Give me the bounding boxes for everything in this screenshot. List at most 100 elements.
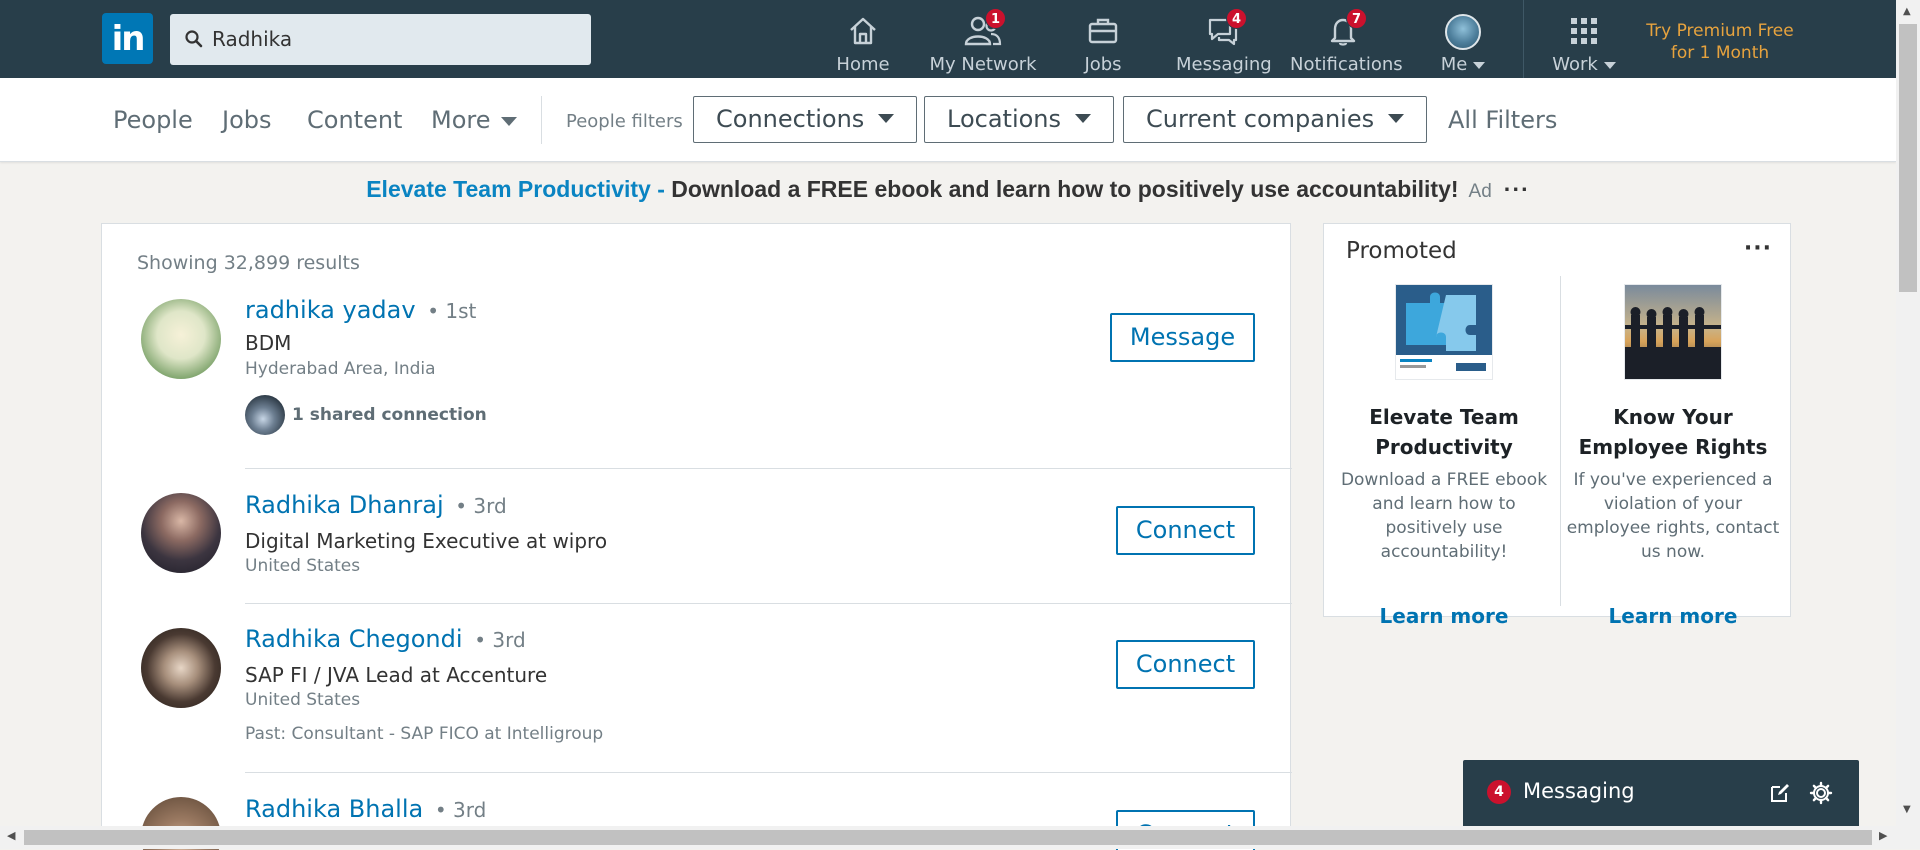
network-badge: 1 xyxy=(985,8,1006,29)
learn-more-link[interactable]: Learn more xyxy=(1564,604,1782,628)
nav-me[interactable]: Me xyxy=(1426,14,1500,75)
gear-icon[interactable] xyxy=(1809,781,1833,805)
connect-button[interactable]: Connect xyxy=(1116,506,1255,555)
ad-text[interactable]: Download a FREE ebook and learn how to p… xyxy=(671,176,1458,202)
promoted-divider xyxy=(1560,276,1561,606)
person-name-link[interactable]: Radhika Bhalla • 3rd xyxy=(245,795,486,823)
ad-headline[interactable]: Elevate Team Productivity - xyxy=(366,176,671,202)
current-companies-filter-button[interactable]: Current companies xyxy=(1123,96,1428,143)
connections-filter-button[interactable]: Connections xyxy=(693,96,918,143)
message-button[interactable]: Message xyxy=(1110,313,1255,362)
nav-divider xyxy=(1523,0,1524,78)
person-name-link[interactable]: radhika yadav • 1st xyxy=(245,296,476,324)
person-location: Hyderabad Area, India xyxy=(245,359,436,379)
vertical-scroll-thumb[interactable] xyxy=(1899,24,1917,292)
current-companies-filter-label: Current companies xyxy=(1146,105,1375,133)
puzzle-ad-image[interactable] xyxy=(1395,284,1493,380)
promoted-title: Promoted xyxy=(1346,238,1457,264)
person-avatar[interactable] xyxy=(141,628,221,708)
connection-degree: • 1st xyxy=(427,299,477,323)
promoted-ad-2-headline[interactable]: Know Your Employee Rights xyxy=(1564,402,1782,462)
tab-content[interactable]: Content xyxy=(307,106,402,134)
nav-messaging[interactable]: 4 Messaging xyxy=(1176,8,1272,75)
tab-jobs[interactable]: Jobs xyxy=(222,106,272,134)
person-avatar[interactable] xyxy=(141,299,221,379)
nav-work[interactable]: Work xyxy=(1546,14,1622,75)
promoted-more-icon[interactable]: ··· xyxy=(1744,236,1772,261)
scroll-right-arrow[interactable]: ▶ xyxy=(1879,829,1887,842)
chevron-down-icon xyxy=(1473,61,1486,69)
text-ad-banner[interactable]: Elevate Team Productivity - Download a F… xyxy=(0,176,1896,203)
filter-divider xyxy=(541,96,542,144)
nav-my-network-label: My Network xyxy=(929,54,1037,75)
shared-connection-avatar xyxy=(245,395,285,435)
scroll-down-arrow[interactable]: ▼ xyxy=(1903,804,1911,815)
list-item: Radhika Chegondi • 3rd SAP FI / JVA Lead… xyxy=(102,603,1292,773)
ad-more-icon[interactable]: ··· xyxy=(1504,176,1530,202)
try-premium-link[interactable]: Try Premium Free for 1 Month xyxy=(1630,20,1810,64)
chevron-down-icon xyxy=(878,113,895,123)
nav-my-network[interactable]: 1 My Network xyxy=(928,8,1038,75)
linkedin-logo[interactable]: in xyxy=(102,13,153,64)
promoted-ad-2-desc: If you've experienced a violation of you… xyxy=(1566,470,1780,562)
nav-notifications[interactable]: 7 Notifications xyxy=(1290,8,1403,75)
tab-more[interactable]: More xyxy=(431,106,517,134)
locations-filter-button[interactable]: Locations xyxy=(924,96,1115,143)
team-ad-image[interactable] xyxy=(1624,284,1722,380)
network-icon: 1 xyxy=(963,8,1006,48)
connect-button[interactable]: Connect xyxy=(1116,640,1255,689)
search-value: Radhika xyxy=(212,27,293,51)
messaging-overlay[interactable]: 4 Messaging xyxy=(1463,760,1859,828)
all-filters-button[interactable]: All Filters xyxy=(1448,106,1557,134)
person-past-position: Past: Consultant - SAP FICO at Intelligr… xyxy=(245,724,604,744)
tab-more-label: More xyxy=(431,106,491,134)
promoted-ad-1-desc: Download a FREE ebook and learn how to p… xyxy=(1340,470,1548,562)
horizontal-scrollbar[interactable]: ◀ ▶ xyxy=(0,826,1920,849)
ad-tag: Ad xyxy=(1468,181,1492,202)
nav-work-label: Work xyxy=(1552,54,1598,75)
messaging-badge: 4 xyxy=(1226,8,1247,29)
shared-connection-text: 1 shared connection xyxy=(292,405,487,425)
messaging-dock-label[interactable]: Messaging xyxy=(1523,779,1635,803)
nav-messaging-label: Messaging xyxy=(1176,54,1272,75)
learn-more-link[interactable]: Learn more xyxy=(1335,604,1553,628)
premium-line-1: Try Premium Free xyxy=(1646,21,1794,41)
locations-filter-label: Locations xyxy=(947,105,1062,133)
nav-me-label: Me xyxy=(1440,54,1468,75)
avatar xyxy=(1445,14,1481,50)
nav-jobs[interactable]: Jobs xyxy=(1064,14,1142,75)
promoted-ad-1[interactable]: Elevate Team Productivity Download a FRE… xyxy=(1335,284,1553,628)
scroll-left-arrow[interactable]: ◀ xyxy=(7,829,15,842)
connections-filter-label: Connections xyxy=(716,105,865,133)
tab-people[interactable]: People xyxy=(113,106,193,134)
search-input[interactable]: Radhika xyxy=(170,14,591,65)
compose-icon[interactable] xyxy=(1769,782,1791,804)
nav-notifications-label: Notifications xyxy=(1290,54,1403,75)
promoted-card: Promoted ··· Elevate Team Productivity D… xyxy=(1323,223,1791,628)
promoted-ad-2[interactable]: Know Your Employee Rights If you've expe… xyxy=(1564,284,1782,628)
nav-home[interactable]: Home xyxy=(822,14,904,75)
vertical-scrollbar[interactable]: ▲ ▼ xyxy=(1896,0,1920,826)
person-headline: BDM xyxy=(245,331,292,355)
person-name-link[interactable]: Radhika Chegondi • 3rd xyxy=(245,625,526,653)
briefcase-icon xyxy=(1086,14,1120,48)
bell-icon: 7 xyxy=(1326,8,1367,48)
horizontal-scroll-thumb[interactable] xyxy=(24,830,1872,845)
promoted-ad-1-headline[interactable]: Elevate Team Productivity xyxy=(1335,402,1553,462)
person-name-link[interactable]: Radhika Dhanraj • 3rd xyxy=(245,491,507,519)
notifications-badge: 7 xyxy=(1346,8,1367,29)
messaging-dock-badge: 4 xyxy=(1487,780,1511,804)
person-location: United States xyxy=(245,556,361,576)
search-results-card: Showing 32,899 results radhika yadav • 1… xyxy=(101,223,1292,850)
person-name: Radhika Chegondi xyxy=(245,625,463,653)
list-item: Radhika Dhanraj • 3rd Digital Marketing … xyxy=(102,468,1292,604)
people-filters-label: People filters xyxy=(566,111,683,132)
premium-line-2: for 1 Month xyxy=(1670,43,1770,63)
person-avatar[interactable] xyxy=(141,493,221,573)
grid-icon xyxy=(1569,14,1599,48)
connection-degree: • 3rd xyxy=(434,798,487,822)
person-location: United States xyxy=(245,690,361,710)
scroll-up-arrow[interactable]: ▲ xyxy=(1903,6,1911,17)
person-headline: SAP FI / JVA Lead at Accenture xyxy=(245,663,548,687)
connection-degree: • 3rd xyxy=(474,628,526,652)
